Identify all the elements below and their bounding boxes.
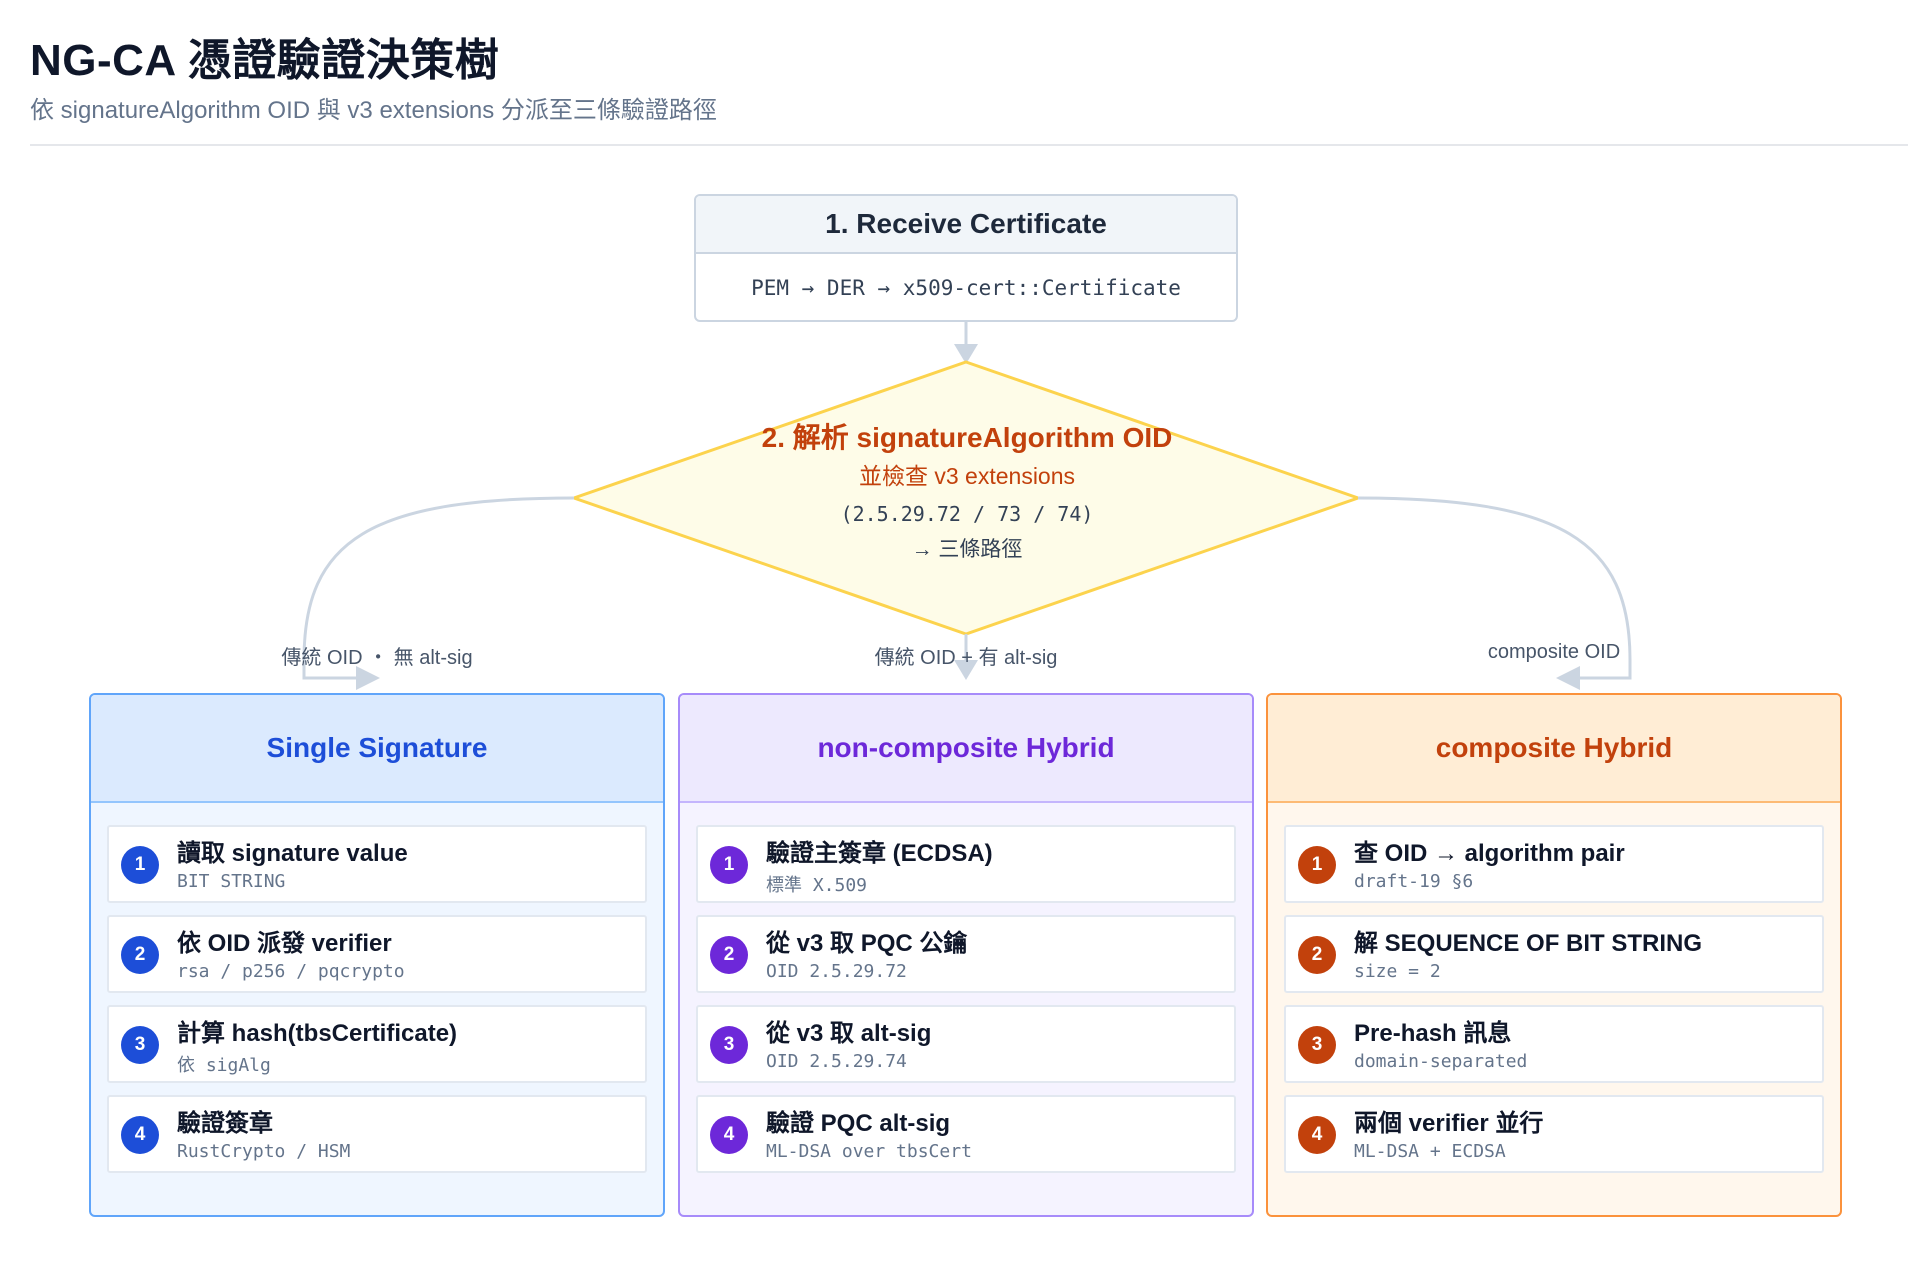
start-node: 1. Receive Certificate PEM → DER → x509-… [694, 194, 1238, 322]
step-detail: rsa / p256 / pqcrypto [177, 961, 405, 982]
step-number-badge: 1 [121, 846, 159, 884]
step-title: 計算 hash(tbsCertificate) [177, 1020, 458, 1047]
decision-subtitle: 並檢查 v3 extensions [858, 463, 1076, 489]
branch-label-single: 傳統 OID ・ 無 alt-sig [281, 647, 473, 669]
step-detail: draft-19 §6 [1354, 871, 1474, 892]
step-number-badge: 4 [1298, 1116, 1336, 1154]
step-detail: ML-DSA over tbsCert [766, 1141, 972, 1162]
step-number-badge: 3 [710, 1026, 748, 1064]
path-title: composite Hybrid [1268, 695, 1840, 803]
step-detail: ML-DSA + ECDSA [1354, 1141, 1506, 1162]
step-title: 兩個 verifier 並行 [1354, 1110, 1544, 1137]
decision-title: 2. 解析 signatureAlgorithm OID [761, 422, 1173, 453]
branch-label-non-composite: 傳統 OID + 有 alt-sig [874, 647, 1058, 669]
arrowhead-right-branch [1556, 666, 1580, 690]
step-number-badge: 1 [1298, 846, 1336, 884]
step-title: 讀取 signature value [177, 840, 408, 867]
step-detail: OID 2.5.29.72 [766, 961, 907, 982]
step-number-badge: 4 [121, 1116, 159, 1154]
path-non-composite-hybrid: non-composite Hybrid 1 驗證主簽章 (ECDSA) 標準 … [678, 693, 1254, 1217]
step-detail: domain-separated [1354, 1051, 1528, 1072]
path-single-signature: Single Signature 1 讀取 signature value BI… [89, 693, 665, 1217]
step-item: 3 從 v3 取 alt-sig OID 2.5.29.74 [696, 1005, 1236, 1083]
step-number-badge: 4 [710, 1116, 748, 1154]
step-number-badge: 2 [121, 936, 159, 974]
start-node-title: 1. Receive Certificate [696, 196, 1236, 254]
step-item: 4 驗證 PQC alt-sig ML-DSA over tbsCert [696, 1095, 1236, 1173]
step-title: 驗證 PQC alt-sig [766, 1110, 951, 1137]
decision-note: → 三條路徑 [911, 538, 1023, 561]
start-node-body: PEM → DER → x509-cert::Certificate [751, 276, 1181, 300]
step-number-badge: 2 [710, 936, 748, 974]
step-list: 1 讀取 signature value BIT STRING 2 依 OID … [91, 803, 663, 1173]
step-number-badge: 3 [1298, 1026, 1336, 1064]
step-list: 1 查 OID → algorithm pair draft-19 §6 2 解… [1268, 803, 1840, 1173]
decision-node: 2. 解析 signatureAlgorithm OID 並檢查 v3 exte… [710, 418, 1224, 568]
step-detail: OID 2.5.29.74 [766, 1051, 907, 1072]
step-title: 驗證簽章 [177, 1110, 273, 1137]
step-detail: 標準 X.509 [766, 875, 868, 896]
step-title: 從 v3 取 PQC 公鑰 [766, 930, 968, 957]
step-item: 2 依 OID 派發 verifier rsa / p256 / pqcrypt… [107, 915, 647, 993]
step-item: 1 查 OID → algorithm pair draft-19 §6 [1284, 825, 1824, 903]
step-item: 1 驗證主簽章 (ECDSA) 標準 X.509 [696, 825, 1236, 903]
step-item: 3 Pre-hash 訊息 domain-separated [1284, 1005, 1824, 1083]
step-title: 驗證主簽章 (ECDSA) [766, 840, 993, 867]
decision-oid-list: (2.5.29.72 / 73 / 74) [840, 502, 1094, 526]
step-item: 1 讀取 signature value BIT STRING [107, 825, 647, 903]
step-title: Pre-hash 訊息 [1354, 1020, 1512, 1047]
path-title: non-composite Hybrid [680, 695, 1252, 803]
step-item: 2 解 SEQUENCE OF BIT STRING size = 2 [1284, 915, 1824, 993]
step-title: 查 OID → algorithm pair [1354, 840, 1625, 867]
step-item: 4 驗證簽章 RustCrypto / HSM [107, 1095, 647, 1173]
step-number-badge: 1 [710, 846, 748, 884]
branch-label-composite: composite OID [1487, 641, 1621, 663]
step-item: 3 計算 hash(tbsCertificate) 依 sigAlg [107, 1005, 647, 1083]
path-composite-hybrid: composite Hybrid 1 查 OID → algorithm pai… [1266, 693, 1842, 1217]
step-number-badge: 2 [1298, 936, 1336, 974]
step-detail: RustCrypto / HSM [177, 1141, 351, 1162]
step-title: 解 SEQUENCE OF BIT STRING [1354, 930, 1703, 957]
step-number-badge: 3 [121, 1026, 159, 1064]
step-detail: 依 sigAlg [177, 1055, 271, 1076]
step-detail: size = 2 [1354, 961, 1441, 982]
step-title: 從 v3 取 alt-sig [766, 1020, 932, 1047]
step-list: 1 驗證主簽章 (ECDSA) 標準 X.509 2 從 v3 取 PQC 公鑰… [680, 803, 1252, 1173]
path-title: Single Signature [91, 695, 663, 803]
step-title: 依 OID 派發 verifier [177, 930, 392, 957]
step-detail: BIT STRING [177, 871, 286, 892]
step-item: 4 兩個 verifier 並行 ML-DSA + ECDSA [1284, 1095, 1824, 1173]
step-item: 2 從 v3 取 PQC 公鑰 OID 2.5.29.72 [696, 915, 1236, 993]
